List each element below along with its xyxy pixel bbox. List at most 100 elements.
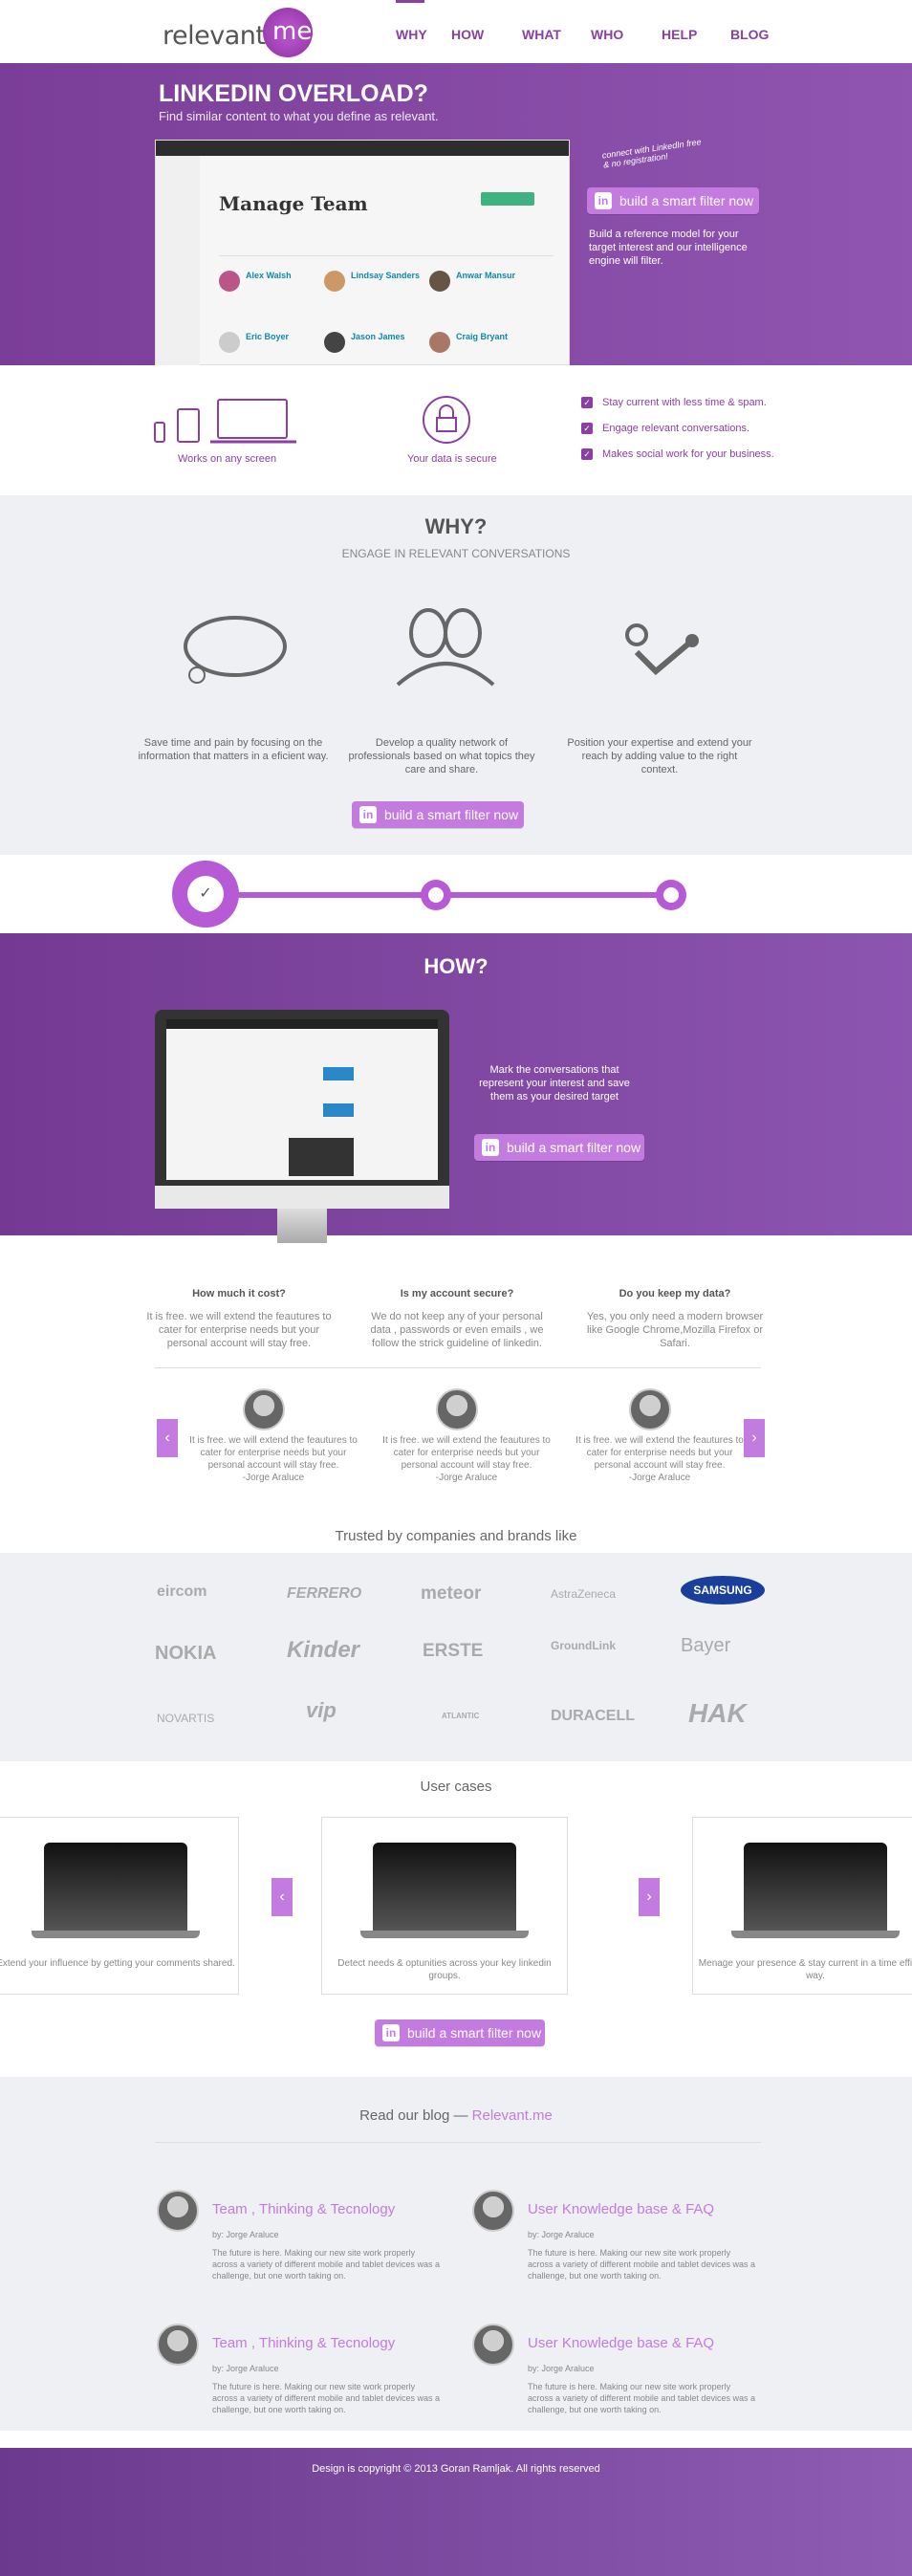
prev-testimonial-button[interactable]: ‹ [157,1419,178,1457]
why-col-3: Position your expertise and extend your … [567,737,752,775]
cases-cta-label: build a smart filter now [407,2025,542,2041]
brand-logo: ERSTE [423,1641,484,1661]
nav-who[interactable]: WHO [591,27,623,42]
mock-person-2: Lindsay Sanders [351,271,421,280]
nav-blog[interactable]: BLOG [730,27,769,42]
imac-screen [155,1010,449,1209]
cases-title: User cases [420,1779,492,1795]
why-col-2: Develop a quality network of professiona… [348,737,535,775]
brand-logo: NOKIA [155,1643,217,1664]
case-card[interactable]: Menage your presence & stay current in a… [692,1817,912,1995]
imac-stand [277,1209,327,1243]
prev-case-button[interactable]: ‹ [271,1878,293,1916]
how-title: HOW? [423,954,489,978]
post-body: The future is here. Making our new site … [212,2248,440,2281]
mock-person-5: Jason James [351,332,405,341]
feature-screens: Works on any screen [178,453,277,465]
testimonial: It is free. we will extend the feautures… [574,1434,746,1484]
faq-question: Is my account secure? [400,1288,514,1299]
nav-why[interactable]: WHY [396,27,427,42]
next-case-button[interactable]: › [639,1878,660,1916]
brand-logo: DURACELL [551,1708,635,1724]
nav-help[interactable]: HELP [662,27,697,42]
faq-item: How much it cost? It is free. we will ext… [143,1287,335,1350]
testimonial-author: -Jorge Araluce [242,1473,305,1483]
location-graph-icon [625,623,699,676]
how-cta-button[interactable]: in build a smart filter now [474,1134,644,1161]
case-text: Detect needs & optunities across your ke… [337,1958,552,1981]
hero-cta-button[interactable]: in build a smart filter now [587,187,759,214]
faq-question: Do you keep my data? [619,1288,731,1299]
brand-logo: NOVARTIS [157,1712,215,1725]
hero-subtitle: Find similar content to what you define … [159,109,439,123]
brand-logo: eircom [157,1583,207,1600]
linkedin-icon: in [595,192,612,209]
footer-copyright: Design is copyright © 2013 Goran Ramljak… [312,2463,600,2475]
check-icon: ✓ [187,876,224,912]
post-title[interactable]: Team , Thinking & Tecnology [212,2335,395,2351]
case-card[interactable]: Detect needs & optunities across your ke… [321,1817,568,1995]
avatar [243,1388,285,1430]
check-icon: ✓ [581,423,593,434]
faq-item: Do you keep my data? Yes, you only need a… [579,1287,771,1350]
faq-answer: Yes, you only need a modern browser like… [586,1311,764,1349]
mock-person-1: Alex Walsh [246,271,292,280]
network-people-icon [396,608,495,687]
brand-logo: SAMSUNG [681,1576,765,1605]
testimonial-author: -Jorge Araluce [628,1473,691,1483]
timeline-step-dot [428,887,444,903]
case-card[interactable]: Extend your influence by getting your co… [0,1817,239,1995]
brand-logo: AstraZeneca [551,1587,617,1601]
why-cta-label: build a smart filter now [384,807,519,822]
post-title[interactable]: User Knowledge base & FAQ [528,2201,714,2217]
brand-logo: vip [306,1698,337,1722]
how-cta-label: build a smart filter now [507,1140,641,1155]
lock-icon [423,396,470,444]
nav-what[interactable]: WHAT [522,27,561,42]
why-cta-button[interactable]: in build a smart filter now [352,801,524,828]
nav-how[interactable]: HOW [451,27,484,42]
post-title[interactable]: User Knowledge base & FAQ [528,2335,714,2351]
brand-logo: ATLANTIC [442,1712,480,1720]
testimonial-quote: It is free. we will extend the feautures… [382,1435,551,1471]
testimonial: It is free. we will extend the feautures… [187,1434,359,1484]
how-text: Mark the conversations that represent yo… [479,1064,630,1102]
laptop-base [731,1931,900,1938]
blog-section [0,2077,912,2431]
hero-cta-label: build a smart filter now [619,193,754,208]
speech-bubble-icon [184,616,287,684]
post-title[interactable]: Team , Thinking & Tecnology [212,2201,395,2217]
why-col-1: Save time and pain by focusing on the in… [138,737,329,762]
feature-check-2: Engage relevant conversations. [602,423,750,434]
imac-chin [155,1186,449,1209]
blog-link[interactable]: Relevant.me [472,2107,553,2124]
logo-me[interactable]: me [272,17,312,46]
blog-title: Read our blog — [359,2107,472,2124]
blog-heading: Read our blog — Relevant.me [0,2107,912,2124]
testimonial-quote: It is free. we will extend the feautures… [575,1435,744,1471]
mock-add-button [481,192,534,206]
next-testimonial-button[interactable]: › [744,1419,765,1457]
post-author: by: Jorge Araluce [212,2230,279,2239]
testimonial-quote: It is free. we will extend the feautures… [189,1435,358,1471]
laptop-image [744,1843,887,1931]
hero-description: Build a reference model for your target … [589,229,748,267]
mock-person-3: Anwar Mansur [456,271,516,280]
post-author: by: Jorge Araluce [212,2364,279,2373]
cases-cta-button[interactable]: in build a smart filter now [375,2019,545,2046]
avatar [157,2190,199,2232]
linkedin-icon: in [382,2024,400,2041]
mock-person-4: Eric Boyer [246,332,290,341]
brand-logo: GroundLink [551,1639,616,1652]
brand-logo: meteor [421,1583,482,1604]
brand-logo: Kinder [287,1637,360,1663]
check-icon: ✓ [581,448,593,460]
post-body: The future is here. Making our new site … [212,2382,440,2414]
linkedin-icon: in [359,806,377,823]
timeline-step-dot [663,887,679,903]
post-author: by: Jorge Araluce [528,2364,595,2373]
faq-item: Is my account secure? We do not keep any … [361,1287,553,1350]
brand-logo: Bayer [681,1635,731,1656]
top-nav: relevante. me WHY HOW WHAT WHO HELP BLOG [0,0,912,63]
testimonial-author: -Jorge Araluce [435,1473,498,1483]
